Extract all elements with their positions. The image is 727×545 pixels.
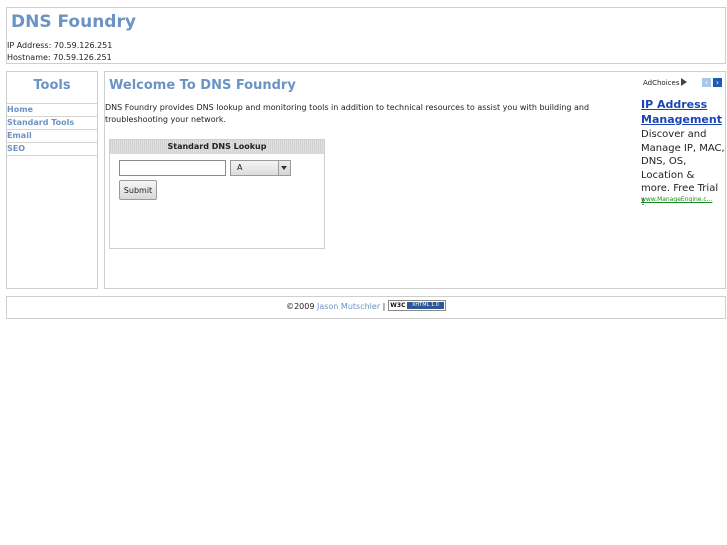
ad-url-link[interactable]: www.ManageEngine.c...	[641, 196, 725, 203]
chevron-down-icon	[281, 166, 287, 170]
sidebar-title: Tools	[33, 78, 71, 93]
ip-address-text: IP Address: 70.59.126.251	[7, 41, 113, 50]
main-content: Welcome To DNS Foundry DNS Foundry provi…	[104, 71, 726, 289]
page-title: Welcome To DNS Foundry	[109, 78, 296, 93]
xhtml-version-text: XHTML 1.0	[406, 302, 444, 309]
w3c-logo-text: W3C	[390, 302, 406, 309]
dns-lookup-header: Standard DNS Lookup	[110, 140, 324, 154]
sidebar-item-seo[interactable]: SEO	[7, 143, 97, 156]
submit-button[interactable]: Submit	[119, 180, 157, 200]
ad-title-link[interactable]: IP Address Management	[641, 97, 722, 127]
ad-prev-button[interactable]: ‹	[702, 78, 711, 87]
adchoices-label: AdChoices	[643, 79, 680, 87]
footer-line: ©2009 Jason Mutschler | W3C XHTML 1.0	[7, 300, 725, 312]
footer-separator: |	[382, 302, 386, 311]
sidebar: Tools Home Standard Tools Email SEO	[6, 71, 98, 289]
site-title[interactable]: DNS Foundry	[11, 12, 136, 32]
intro-text: DNS Foundry provides DNS lookup and moni…	[105, 103, 590, 124]
domain-input[interactable]	[119, 160, 226, 176]
select-arrow-button[interactable]	[278, 161, 290, 175]
sidebar-item-email[interactable]: Email	[7, 130, 97, 143]
adchoices-icon	[681, 78, 688, 86]
record-type-select[interactable]: A	[230, 160, 291, 176]
record-type-value: A	[237, 163, 243, 172]
site-footer: ©2009 Jason Mutschler | W3C XHTML 1.0	[6, 296, 726, 319]
dns-lookup-panel: Standard DNS Lookup A Submit	[109, 139, 325, 249]
adchoices-link[interactable]: AdChoices	[643, 78, 688, 87]
sidebar-item-home[interactable]: Home	[7, 104, 97, 117]
footer-author-link[interactable]: Jason Mutschler	[317, 302, 380, 311]
ad-next-button[interactable]: ›	[713, 78, 722, 87]
sidebar-nav: Home Standard Tools Email SEO	[7, 103, 97, 156]
footer-copyright: ©2009	[286, 302, 315, 311]
hostname-text: Hostname: 70.59.126.251	[7, 53, 112, 62]
w3c-xhtml-badge[interactable]: W3C XHTML 1.0	[387, 300, 446, 311]
site-header: DNS Foundry IP Address: 70.59.126.251 Ho…	[6, 7, 726, 64]
sidebar-item-standard-tools[interactable]: Standard Tools	[7, 117, 97, 130]
